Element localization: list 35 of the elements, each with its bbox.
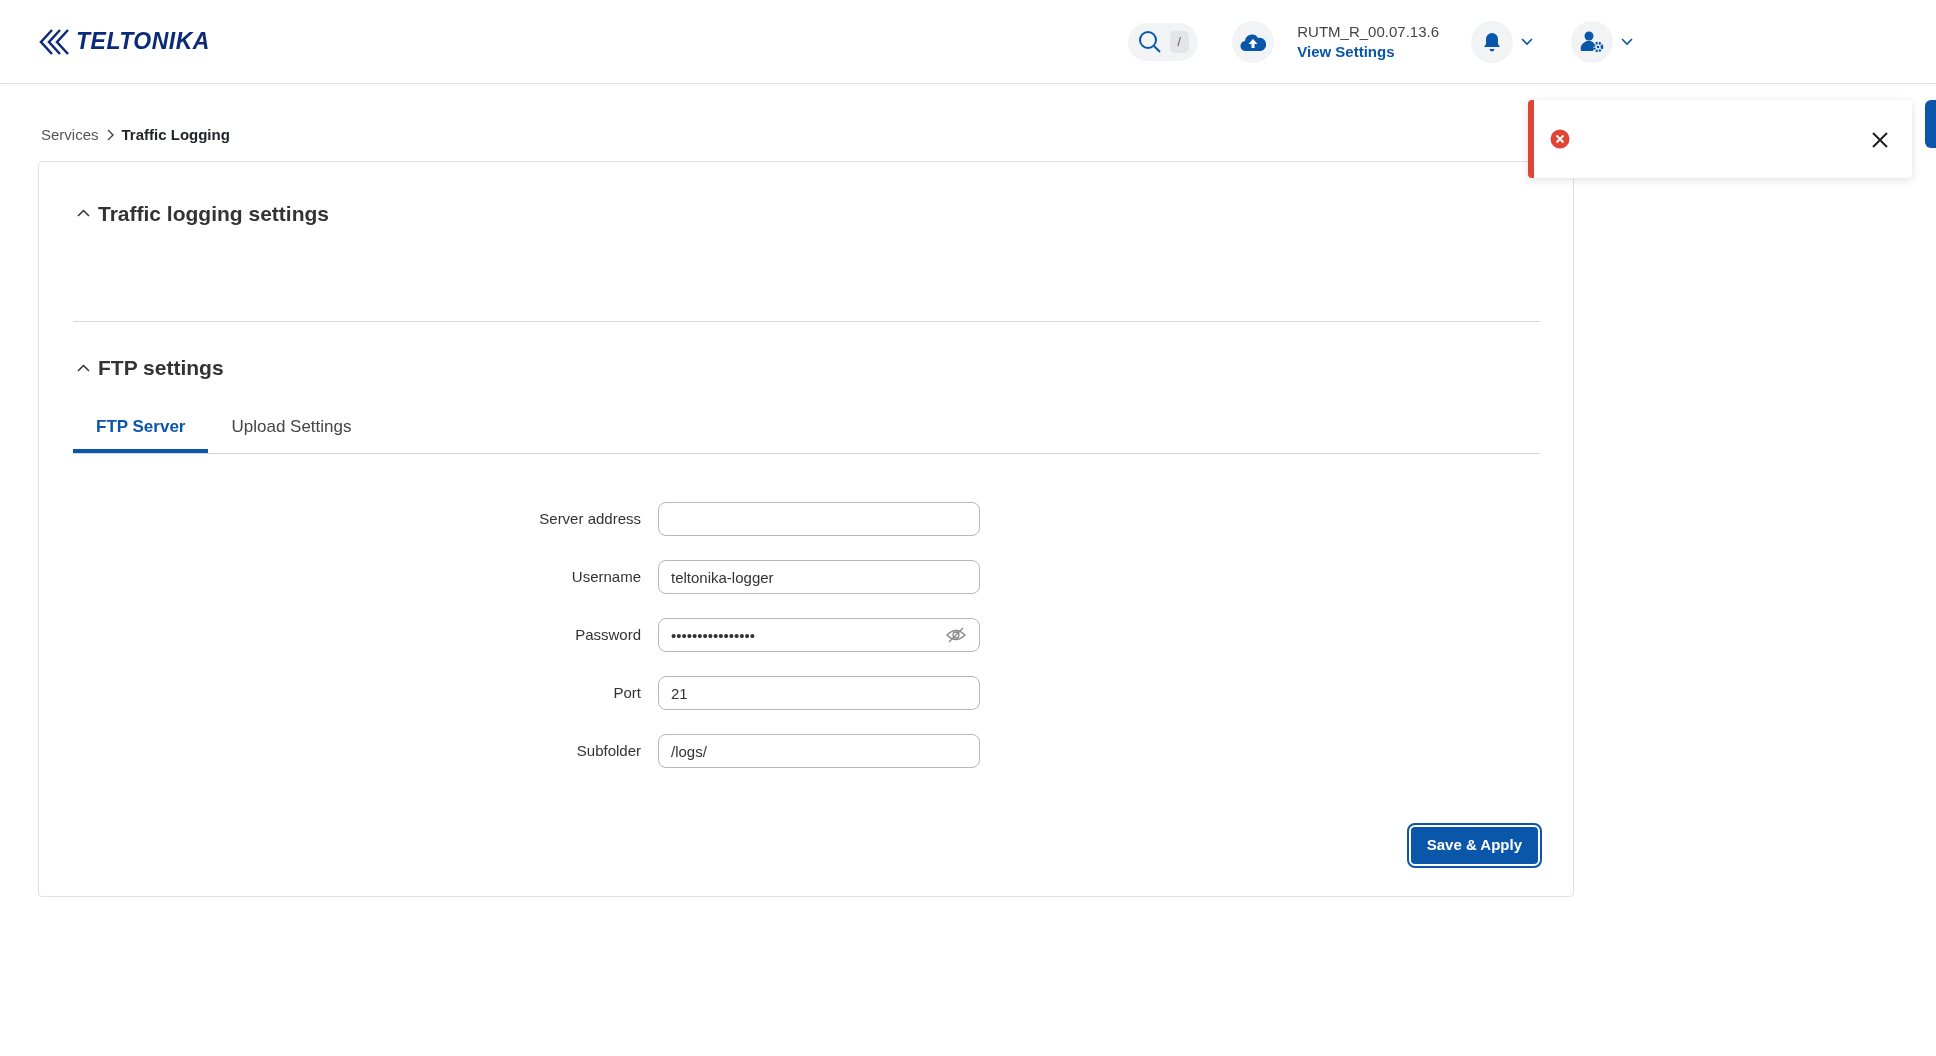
- user-menu-button[interactable]: [1571, 20, 1633, 63]
- field-label: Password: [574, 624, 641, 645]
- input-field[interactable]: 21: [658, 676, 980, 710]
- view-settings-link[interactable]: View Settings: [1297, 41, 1439, 61]
- input-field[interactable]: /logs/: [658, 734, 980, 768]
- firmware-version: RUTM_R_00.07.13.6: [1297, 22, 1439, 42]
- tab[interactable]: FTP Server: [73, 403, 209, 453]
- breadcrumb-item: Traffic Logging: [121, 125, 230, 145]
- field-label: Subfolder: [575, 740, 641, 761]
- search-icon: [1137, 29, 1162, 54]
- chevron-down-icon: [1621, 37, 1633, 46]
- close-icon: [1872, 131, 1888, 148]
- logo-text[interactable]: TELTONIKA: [76, 24, 210, 59]
- user-gear-icon: [1580, 30, 1604, 53]
- field-label: Port: [612, 682, 641, 703]
- field-label: Username: [570, 566, 641, 587]
- password-field[interactable]: ••••••••••••••••: [658, 618, 980, 652]
- chevron-down-icon: [1521, 37, 1533, 46]
- input-field[interactable]: teltonika-logger: [658, 560, 980, 594]
- field-label: Server address: [538, 508, 641, 529]
- input-field[interactable]: [658, 502, 980, 536]
- chevron-right-icon: [106, 129, 114, 142]
- side-tab[interactable]: [1925, 100, 1936, 148]
- notifications-button[interactable]: [1471, 20, 1533, 63]
- chevron-up-icon: [77, 363, 90, 372]
- error-icon: [1550, 129, 1570, 149]
- section-header[interactable]: FTP settings: [77, 352, 1540, 384]
- section-header[interactable]: Traffic logging settings: [77, 197, 1540, 229]
- tab[interactable]: Upload Settings: [208, 403, 375, 453]
- breadcrumb-item[interactable]: Services: [41, 124, 99, 147]
- eye-slash-icon[interactable]: [946, 627, 966, 643]
- save-apply-button[interactable]: Save & Apply: [1408, 825, 1540, 866]
- bell-icon: [1483, 31, 1501, 52]
- search-button[interactable]: /: [1128, 22, 1199, 61]
- chevron-up-icon: [77, 209, 90, 218]
